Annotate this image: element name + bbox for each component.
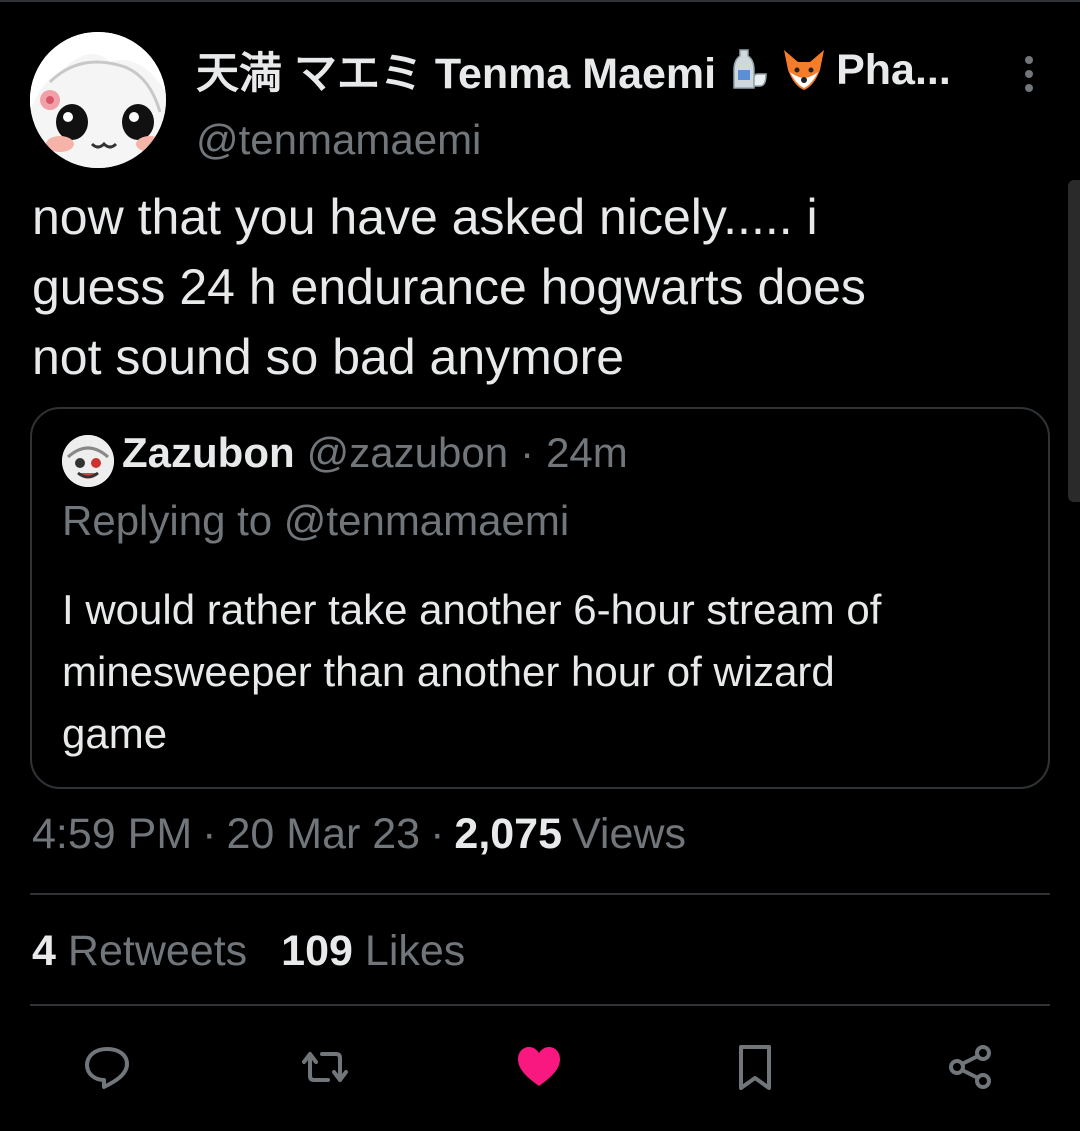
retweet-button[interactable]: [298, 1040, 352, 1094]
author-name[interactable]: 天満 マエミ Tenma Maemi: [196, 39, 716, 101]
scrollbar[interactable]: [1068, 180, 1080, 502]
sake-icon: [724, 46, 772, 94]
share-icon: [949, 1045, 991, 1089]
likes-stat[interactable]: 109 Likes: [281, 927, 465, 976]
divider: [30, 1004, 1050, 1006]
quote-line: minesweeper than another hour of wizard: [62, 648, 835, 695]
views-label: Views: [572, 810, 686, 858]
tweet-date[interactable]: 20 Mar 23: [226, 810, 420, 859]
author-name-suffix[interactable]: Pha...: [836, 46, 951, 95]
quote-author-avatar[interactable]: [62, 435, 114, 487]
quote-line: game: [62, 710, 168, 757]
timestamp-separator: ·: [202, 810, 217, 858]
more-options-icon[interactable]: [1016, 52, 1042, 96]
quote-author-name[interactable]: Zazubon: [122, 429, 295, 477]
tweet-text: now that you have asked nicely..... i gu…: [32, 182, 1032, 392]
share-button[interactable]: [943, 1040, 997, 1094]
reply-icon: [85, 1047, 129, 1089]
tweet-timestamp-row: 4:59 PM · 20 Mar 23 · 2,075 Views: [32, 810, 686, 859]
retweets-label: Retweets: [67, 927, 248, 975]
quote-line: I would rather take another 6-hour strea…: [62, 586, 882, 633]
author-avatar[interactable]: [30, 32, 166, 168]
engagement-stats: 4 Retweets 109 Likes: [32, 927, 465, 976]
likes-count: 109: [281, 927, 353, 975]
tweet-line: not sound so bad anymore: [32, 329, 625, 385]
likes-label: Likes: [364, 927, 466, 975]
quote-separator: ·: [520, 429, 535, 476]
quote-text: I would rather take another 6-hour strea…: [62, 579, 1022, 765]
bookmark-button[interactable]: [728, 1040, 782, 1094]
retweet-icon: [302, 1052, 348, 1082]
quote-time: 24m: [546, 429, 628, 476]
like-button[interactable]: [512, 1040, 566, 1094]
author-handle[interactable]: @tenmamaemi: [196, 116, 481, 164]
quoted-tweet-card[interactable]: Zazubon @zazubon · 24m Replying to @tenm…: [30, 407, 1050, 789]
views-count: 2,075: [454, 810, 563, 858]
retweets-count: 4: [32, 927, 56, 975]
timestamp-separator: ·: [430, 810, 445, 858]
tweet-time[interactable]: 4:59 PM: [32, 810, 192, 859]
like-icon: [518, 1047, 560, 1086]
fox-icon: [780, 46, 828, 94]
quote-replying-to: Replying to @tenmamaemi: [62, 497, 570, 544]
divider: [30, 893, 1050, 895]
tweet-line: now that you have asked nicely..... i: [32, 189, 818, 245]
top-divider: [0, 0, 1080, 2]
retweets-stat[interactable]: 4 Retweets: [32, 927, 247, 976]
tweet-detail-view: 天満 マエミ Tenma Maemi Pha... @tenmamaemi no…: [0, 0, 1080, 1131]
quote-header: Zazubon @zazubon · 24m: [122, 429, 628, 477]
quote-author-handle[interactable]: @zazubon: [307, 429, 508, 477]
tweet-line: guess 24 h endurance hogwarts does: [32, 259, 866, 315]
reply-button[interactable]: [80, 1040, 134, 1094]
bookmark-icon: [739, 1045, 771, 1090]
author-name-row[interactable]: 天満 マエミ Tenma Maemi Pha...: [196, 38, 996, 102]
